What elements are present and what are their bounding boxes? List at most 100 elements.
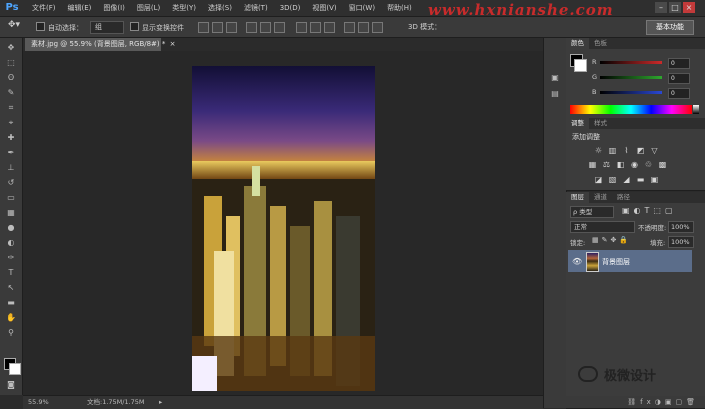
lock-icons[interactable]: ▦✎✥🔒 bbox=[592, 236, 631, 244]
slider-green-value[interactable]: 0 bbox=[668, 73, 690, 84]
document-close-icon[interactable]: × bbox=[170, 40, 176, 48]
layers-panel-footer[interactable]: ⛓fx◑▣▢🗑 bbox=[566, 396, 705, 408]
eye-visibility-icon[interactable]: 👁 bbox=[572, 257, 582, 266]
workspace-switcher[interactable]: 基本功能 bbox=[646, 20, 694, 35]
zoom-level[interactable]: 55.9% bbox=[28, 396, 49, 409]
move-tool-preset-icon[interactable]: ✥▾ bbox=[8, 20, 20, 30]
slider-red-track[interactable] bbox=[600, 61, 662, 64]
properties-panel-icon[interactable]: ▤ bbox=[549, 88, 561, 99]
distribute-hcenter-icon[interactable] bbox=[358, 22, 369, 33]
photo-filter-icon[interactable]: ◉ bbox=[630, 160, 639, 169]
slider-green-track[interactable] bbox=[600, 76, 662, 79]
lasso-tool-icon[interactable]: ʘ bbox=[5, 72, 17, 83]
color-spectrum-bar[interactable] bbox=[570, 105, 692, 114]
city-night-photo[interactable] bbox=[192, 66, 375, 391]
shape-tool-icon[interactable]: ▬ bbox=[5, 297, 17, 308]
menu-type[interactable]: 类型(Y) bbox=[166, 0, 202, 16]
menu-view[interactable]: 视图(V) bbox=[306, 0, 342, 16]
menu-image[interactable]: 图像(I) bbox=[97, 0, 131, 16]
slider-green[interactable]: G 0 bbox=[592, 72, 698, 84]
color-lookup-icon[interactable]: ▩ bbox=[658, 160, 667, 169]
levels-icon[interactable]: ▥ bbox=[608, 146, 617, 155]
history-brush-icon[interactable]: ↺ bbox=[5, 177, 17, 188]
document-info[interactable]: 文档:1.75M/1.75M bbox=[87, 396, 145, 409]
invert-icon[interactable]: ◪ bbox=[594, 175, 603, 184]
history-panel-icon[interactable]: ▣ bbox=[549, 72, 561, 83]
distribute-bottom-icon[interactable] bbox=[324, 22, 335, 33]
align-bottom-icon[interactable] bbox=[226, 22, 237, 33]
auto-select-checkbox[interactable]: 自动选择： bbox=[36, 22, 83, 33]
brightness-contrast-icon[interactable]: ☼ bbox=[594, 146, 603, 155]
align-right-icon[interactable] bbox=[274, 22, 285, 33]
slider-red-value[interactable]: 0 bbox=[668, 58, 690, 69]
tab-swatches[interactable]: 色板 bbox=[589, 38, 612, 49]
menu-layer[interactable]: 图层(L) bbox=[131, 0, 166, 16]
clone-stamp-icon[interactable]: ⊥ bbox=[5, 162, 17, 173]
tab-layers[interactable]: 图层 bbox=[566, 192, 589, 203]
slider-blue-value[interactable]: 0 bbox=[668, 88, 690, 99]
selective-color-icon[interactable]: ▣ bbox=[650, 175, 659, 184]
marquee-tool-icon[interactable]: ⬚ bbox=[5, 57, 17, 68]
move-tool-icon[interactable]: ✥ bbox=[5, 42, 17, 53]
exposure-icon[interactable]: ◩ bbox=[636, 146, 645, 155]
menu-window[interactable]: 窗口(W) bbox=[343, 0, 381, 16]
distribute-left-icon[interactable] bbox=[344, 22, 355, 33]
path-select-icon[interactable]: ↖ bbox=[5, 282, 17, 293]
blend-mode-dropdown[interactable]: 正常 bbox=[570, 221, 635, 233]
close-button[interactable]: × bbox=[683, 2, 695, 13]
menu-help[interactable]: 帮助(H) bbox=[381, 0, 418, 16]
crop-tool-icon[interactable]: ⌗ bbox=[5, 102, 17, 113]
layer-filter-icons[interactable]: ▣◐T⬚▢ bbox=[622, 206, 698, 216]
tab-paths[interactable]: 路径 bbox=[612, 192, 635, 203]
distribute-right-icon[interactable] bbox=[372, 22, 383, 33]
tab-styles[interactable]: 样式 bbox=[589, 118, 612, 129]
layer-filter-dropdown[interactable]: ρ 类型 bbox=[570, 206, 614, 218]
maximize-button[interactable]: □ bbox=[669, 2, 681, 13]
slider-blue-track[interactable] bbox=[600, 91, 662, 94]
eraser-tool-icon[interactable]: ▭ bbox=[5, 192, 17, 203]
brush-tool-icon[interactable]: ✒ bbox=[5, 147, 17, 158]
menu-select[interactable]: 选择(S) bbox=[202, 0, 238, 16]
menu-filter[interactable]: 滤镜(T) bbox=[238, 0, 274, 16]
layer-name[interactable]: 背景图层 bbox=[602, 257, 630, 267]
zoom-tool-icon[interactable]: ⚲ bbox=[5, 327, 17, 338]
black-white-icon[interactable]: ◧ bbox=[616, 160, 625, 169]
eyedropper-tool-icon[interactable]: ⌖ bbox=[5, 117, 17, 128]
posterize-icon[interactable]: ▧ bbox=[608, 175, 617, 184]
blur-tool-icon[interactable]: ● bbox=[5, 222, 17, 233]
quick-select-tool-icon[interactable]: ✎ bbox=[5, 87, 17, 98]
distribute-vcenter-icon[interactable] bbox=[310, 22, 321, 33]
slider-blue[interactable]: B 0 bbox=[592, 87, 698, 99]
vibrance-icon[interactable]: ▽ bbox=[650, 146, 659, 155]
gradient-tool-icon[interactable]: ▦ bbox=[5, 207, 17, 218]
distribute-top-icon[interactable] bbox=[296, 22, 307, 33]
auto-select-dropdown[interactable]: 组 bbox=[90, 21, 124, 34]
pen-tool-icon[interactable]: ✑ bbox=[5, 252, 17, 263]
dodge-tool-icon[interactable]: ◐ bbox=[5, 237, 17, 248]
healing-brush-icon[interactable]: ✚ bbox=[5, 132, 17, 143]
align-vcenter-icon[interactable] bbox=[212, 22, 223, 33]
menu-3d[interactable]: 3D(D) bbox=[274, 0, 307, 16]
status-menu-icon[interactable]: ▸ bbox=[159, 396, 162, 409]
opacity-field[interactable]: 100% bbox=[668, 221, 694, 233]
minimize-button[interactable]: – bbox=[655, 2, 667, 13]
channel-mixer-icon[interactable]: ♲ bbox=[644, 160, 653, 169]
fill-field[interactable]: 100% bbox=[668, 236, 694, 248]
align-top-icon[interactable] bbox=[198, 22, 209, 33]
align-hcenter-icon[interactable] bbox=[260, 22, 271, 33]
document-tab[interactable]: 素材.jpg @ 55.9% (背景图层, RGB/8#) * × bbox=[25, 38, 175, 51]
hand-tool-icon[interactable]: ✋ bbox=[5, 312, 17, 323]
tab-channels[interactable]: 通道 bbox=[589, 192, 612, 203]
panel-background-swatch[interactable] bbox=[574, 59, 587, 72]
slider-red[interactable]: R 0 bbox=[592, 57, 698, 69]
show-transform-checkbox[interactable]: 显示变换控件 bbox=[130, 22, 184, 33]
quick-mask-icon[interactable]: ◙ bbox=[5, 379, 17, 390]
hue-saturation-icon[interactable]: ▦ bbox=[588, 160, 597, 169]
align-left-icon[interactable] bbox=[246, 22, 257, 33]
type-tool-icon[interactable]: T bbox=[5, 267, 17, 278]
gradient-map-icon[interactable]: ▬ bbox=[636, 175, 645, 184]
background-color-swatch[interactable] bbox=[9, 363, 21, 375]
menu-edit[interactable]: 编辑(E) bbox=[62, 0, 98, 16]
curves-icon[interactable]: ⌇ bbox=[622, 146, 631, 155]
tab-adjustments[interactable]: 调整 bbox=[566, 118, 589, 129]
